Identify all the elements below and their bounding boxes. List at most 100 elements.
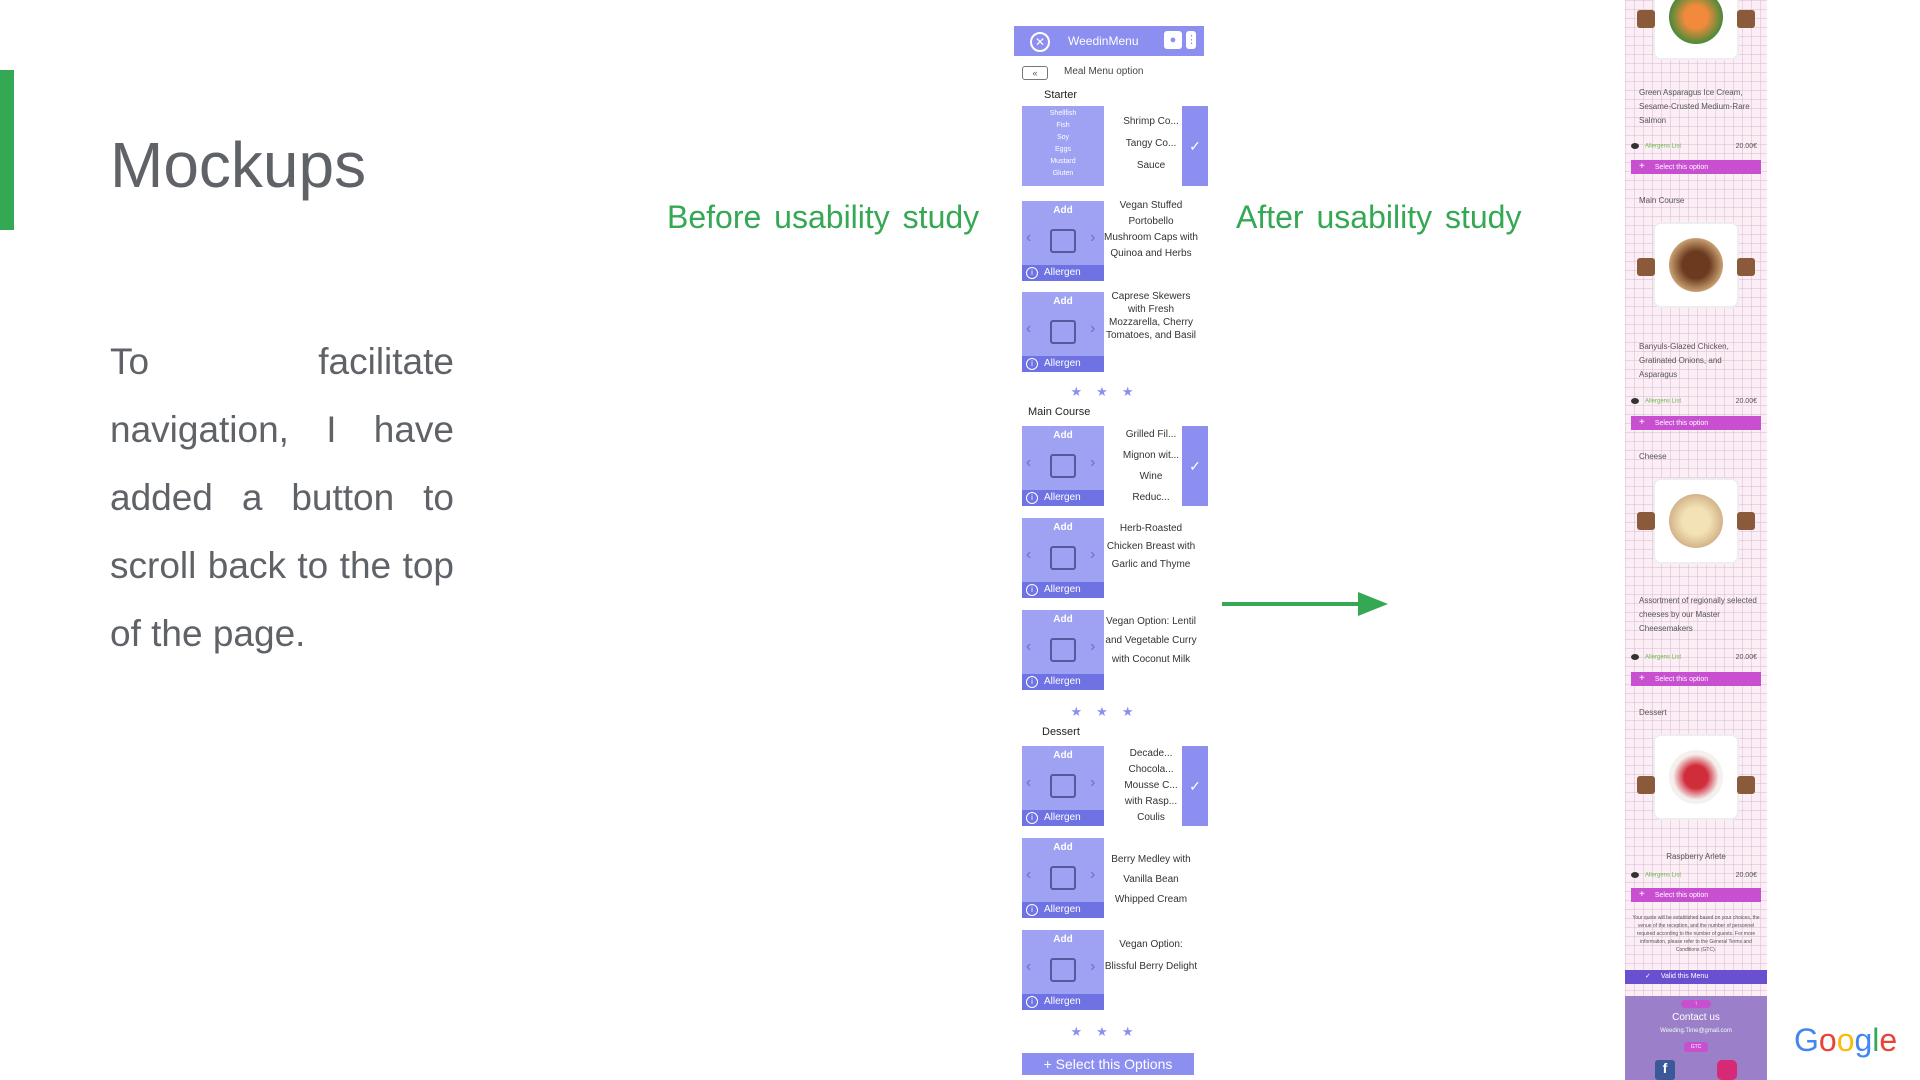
select-option-button[interactable]: + Select this option bbox=[1631, 672, 1761, 686]
add-button[interactable]: Add bbox=[1022, 430, 1104, 441]
allergen-button[interactable]: i Allergen bbox=[1022, 902, 1104, 918]
add-button[interactable]: Add bbox=[1022, 614, 1104, 625]
facebook-icon[interactable]: f bbox=[1655, 1060, 1675, 1080]
info-icon: i bbox=[1026, 358, 1038, 370]
check-icon[interactable]: ✓ bbox=[1182, 106, 1208, 186]
chevron-right-icon[interactable]: › bbox=[1090, 229, 1095, 247]
info-icon: i bbox=[1026, 996, 1038, 1008]
dish-card[interactable]: Add ‹ › i Allergen bbox=[1022, 518, 1104, 598]
allergen-button[interactable]: i Allergen bbox=[1022, 265, 1104, 281]
allergen-label: Allergen bbox=[1044, 492, 1081, 503]
dish-thumbnail[interactable] bbox=[1737, 512, 1755, 530]
chevron-right-icon[interactable]: › bbox=[1090, 454, 1095, 472]
separator-stars: ★★★ bbox=[1070, 1024, 1148, 1039]
eye-icon[interactable] bbox=[1631, 143, 1639, 149]
chevron-left-icon[interactable]: ‹ bbox=[1026, 454, 1031, 472]
image-icon bbox=[1050, 229, 1076, 253]
select-options-button[interactable]: + Select this Options bbox=[1022, 1053, 1194, 1075]
select-option-button[interactable]: + Select this option bbox=[1631, 160, 1761, 174]
add-button[interactable]: Add bbox=[1022, 205, 1104, 216]
dish-name: Vegan Stuffed Portobello Mushroom Caps w… bbox=[1104, 200, 1198, 259]
image-icon bbox=[1050, 958, 1076, 982]
add-button[interactable]: Add bbox=[1022, 296, 1104, 307]
back-button[interactable]: « bbox=[1022, 66, 1048, 80]
allergen-list-link[interactable]: Allergens List bbox=[1645, 873, 1681, 879]
check-icon[interactable]: ✓ bbox=[1182, 746, 1208, 826]
dish-card[interactable]: Add ‹ › i Allergen bbox=[1022, 838, 1104, 918]
slide-title: Mockups bbox=[110, 129, 367, 201]
separator-stars: ★★★ bbox=[1070, 704, 1148, 719]
info-icon: i bbox=[1026, 267, 1038, 279]
allergen-button[interactable]: i Allergen bbox=[1022, 994, 1104, 1010]
add-button[interactable]: Add bbox=[1022, 842, 1104, 853]
dish-thumbnail[interactable] bbox=[1637, 258, 1655, 276]
chevron-right-icon[interactable]: › bbox=[1090, 958, 1095, 976]
select-option-label: Select this option bbox=[1654, 676, 1709, 683]
chevron-left-icon[interactable]: ‹ bbox=[1026, 866, 1031, 884]
menu-icon[interactable]: ⋮ bbox=[1186, 31, 1197, 49]
dish-card[interactable]: Add ‹ › i Allergen bbox=[1022, 201, 1104, 281]
chevron-left-icon[interactable]: ‹ bbox=[1026, 638, 1031, 656]
chevron-left-icon[interactable]: ‹ bbox=[1026, 229, 1031, 247]
dish-name: Assortment of regionally selected cheese… bbox=[1639, 596, 1757, 633]
instagram-icon[interactable] bbox=[1717, 1060, 1737, 1080]
chevron-left-icon[interactable]: ‹ bbox=[1026, 320, 1031, 338]
user-icon[interactable]: ● bbox=[1164, 31, 1182, 49]
allergen-row: Allergens List 20.00€ bbox=[1631, 654, 1761, 664]
add-button[interactable]: Add bbox=[1022, 750, 1104, 761]
allergen-button[interactable]: i Allergen bbox=[1022, 490, 1104, 506]
chevron-left-icon[interactable]: ‹ bbox=[1026, 546, 1031, 564]
section-main: Main Course bbox=[1028, 406, 1091, 418]
dish-card[interactable]: Add ‹ › i Allergen bbox=[1022, 746, 1104, 826]
price: 20.00€ bbox=[1735, 872, 1757, 879]
chevron-left-icon[interactable]: ‹ bbox=[1026, 958, 1031, 976]
select-option-button[interactable]: + Select this option bbox=[1631, 888, 1761, 902]
eye-icon[interactable] bbox=[1631, 872, 1639, 878]
allergen-list-link[interactable]: Allergens List bbox=[1645, 399, 1681, 405]
allergen-button[interactable]: i Allergen bbox=[1022, 582, 1104, 598]
allergen-list-link[interactable]: Allergens List bbox=[1645, 655, 1681, 661]
add-button[interactable]: Add bbox=[1022, 522, 1104, 533]
allergen-list-link[interactable]: Allergens List bbox=[1645, 144, 1681, 150]
chevron-right-icon[interactable]: › bbox=[1090, 638, 1095, 656]
dish-thumbnail[interactable] bbox=[1737, 10, 1755, 28]
allergen-button[interactable]: i Allergen bbox=[1022, 674, 1104, 690]
dish-thumbnail[interactable] bbox=[1637, 512, 1655, 530]
dish-thumbnail[interactable] bbox=[1737, 776, 1755, 794]
dish-name: Green Asparagus Ice Cream, Sesame-Cruste… bbox=[1639, 88, 1750, 125]
eye-icon[interactable] bbox=[1631, 398, 1639, 404]
chevron-right-icon[interactable]: › bbox=[1090, 546, 1095, 564]
allergen-button[interactable]: i Allergen bbox=[1022, 356, 1104, 372]
check-icon[interactable]: ✓ bbox=[1182, 426, 1208, 506]
chevron-right-icon[interactable]: › bbox=[1090, 774, 1095, 792]
select-option-label: Select this option bbox=[1654, 164, 1709, 171]
dish-card[interactable]: Add ‹ › i Allergen bbox=[1022, 930, 1104, 1010]
dish-card[interactable]: Add ‹ › i Allergen bbox=[1022, 426, 1104, 506]
allergen-label: Allergen bbox=[1044, 904, 1081, 915]
image-icon bbox=[1050, 320, 1076, 344]
dish-thumbnail[interactable] bbox=[1637, 776, 1655, 794]
image-icon bbox=[1050, 546, 1076, 570]
chevron-left-icon[interactable]: ‹ bbox=[1026, 774, 1031, 792]
allergen-button[interactable]: i Allergen bbox=[1022, 810, 1104, 826]
info-icon: i bbox=[1026, 676, 1038, 688]
after-mockup: Green Asparagus Ice Cream, Sesame-Cruste… bbox=[1625, 0, 1767, 1080]
gtc-button[interactable]: GTC bbox=[1684, 1042, 1708, 1052]
eye-icon[interactable] bbox=[1631, 654, 1639, 660]
allergen-item: Soy bbox=[1056, 134, 1070, 141]
add-button[interactable]: Add bbox=[1022, 934, 1104, 945]
chevron-right-icon[interactable]: › bbox=[1090, 320, 1095, 338]
section-dessert: Dessert bbox=[1639, 708, 1667, 717]
select-option-button[interactable]: + Select this option bbox=[1631, 416, 1761, 430]
allergen-label: Allergen bbox=[1044, 812, 1081, 823]
valid-menu-button[interactable]: ✓ Valid this Menu bbox=[1625, 970, 1767, 984]
scroll-to-top-button[interactable]: ↑ bbox=[1681, 1000, 1711, 1008]
chevron-right-icon[interactable]: › bbox=[1090, 866, 1095, 884]
dish-card[interactable]: Add ‹ › i Allergen bbox=[1022, 610, 1104, 690]
slide-description: To facilitate navigation, I have added a… bbox=[110, 341, 454, 654]
dish-card[interactable]: Add ‹ › i Allergen bbox=[1022, 292, 1104, 372]
contact-email[interactable]: Weeding.Time@gmail.com bbox=[1625, 1028, 1767, 1034]
allergen-item: Mustard bbox=[1050, 158, 1076, 165]
dish-thumbnail[interactable] bbox=[1737, 258, 1755, 276]
dish-thumbnail[interactable] bbox=[1637, 10, 1655, 28]
